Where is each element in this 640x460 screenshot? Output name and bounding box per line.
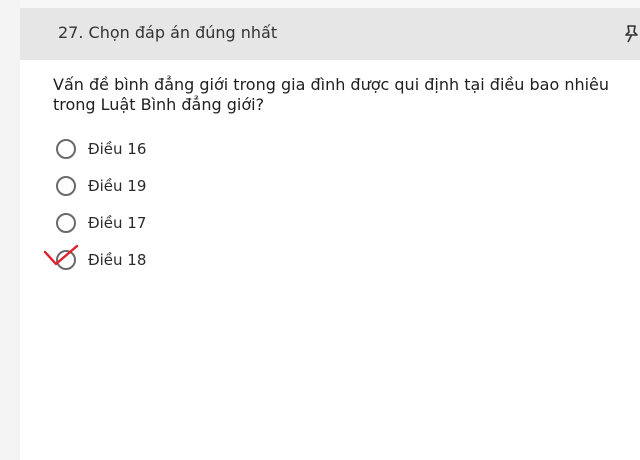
check-mark-icon bbox=[43, 244, 79, 266]
pin-icon[interactable] bbox=[623, 24, 640, 44]
question-text: Vấn đề bình đẳng giới trong gia đình đượ… bbox=[53, 75, 610, 114]
option-dieu-16[interactable]: Điều 16 bbox=[55, 139, 355, 176]
question-header: 27. Chọn đáp án đúng nhất bbox=[20, 8, 640, 60]
option-label: Điều 18 bbox=[88, 251, 147, 269]
option-dieu-18[interactable]: Điều 18 bbox=[43, 244, 355, 287]
radio-button[interactable] bbox=[56, 139, 76, 159]
radio-button[interactable] bbox=[56, 176, 76, 196]
top-strip bbox=[0, 0, 640, 8]
option-label: Điều 17 bbox=[88, 214, 147, 232]
left-gutter bbox=[0, 0, 20, 460]
question-card: 27. Chọn đáp án đúng nhất Vấn đề bình đẳ… bbox=[20, 8, 640, 460]
option-label: Điều 16 bbox=[88, 140, 147, 158]
radio-button[interactable] bbox=[56, 213, 76, 233]
option-dieu-17[interactable]: Điều 17 bbox=[55, 213, 355, 250]
option-dieu-19[interactable]: Điều 19 bbox=[55, 176, 355, 213]
option-label: Điều 19 bbox=[88, 177, 147, 195]
answer-options: Điều 16 Điều 19 Điều 17 Điều 18 bbox=[43, 139, 355, 287]
question-title: 27. Chọn đáp án đúng nhất bbox=[58, 23, 278, 42]
